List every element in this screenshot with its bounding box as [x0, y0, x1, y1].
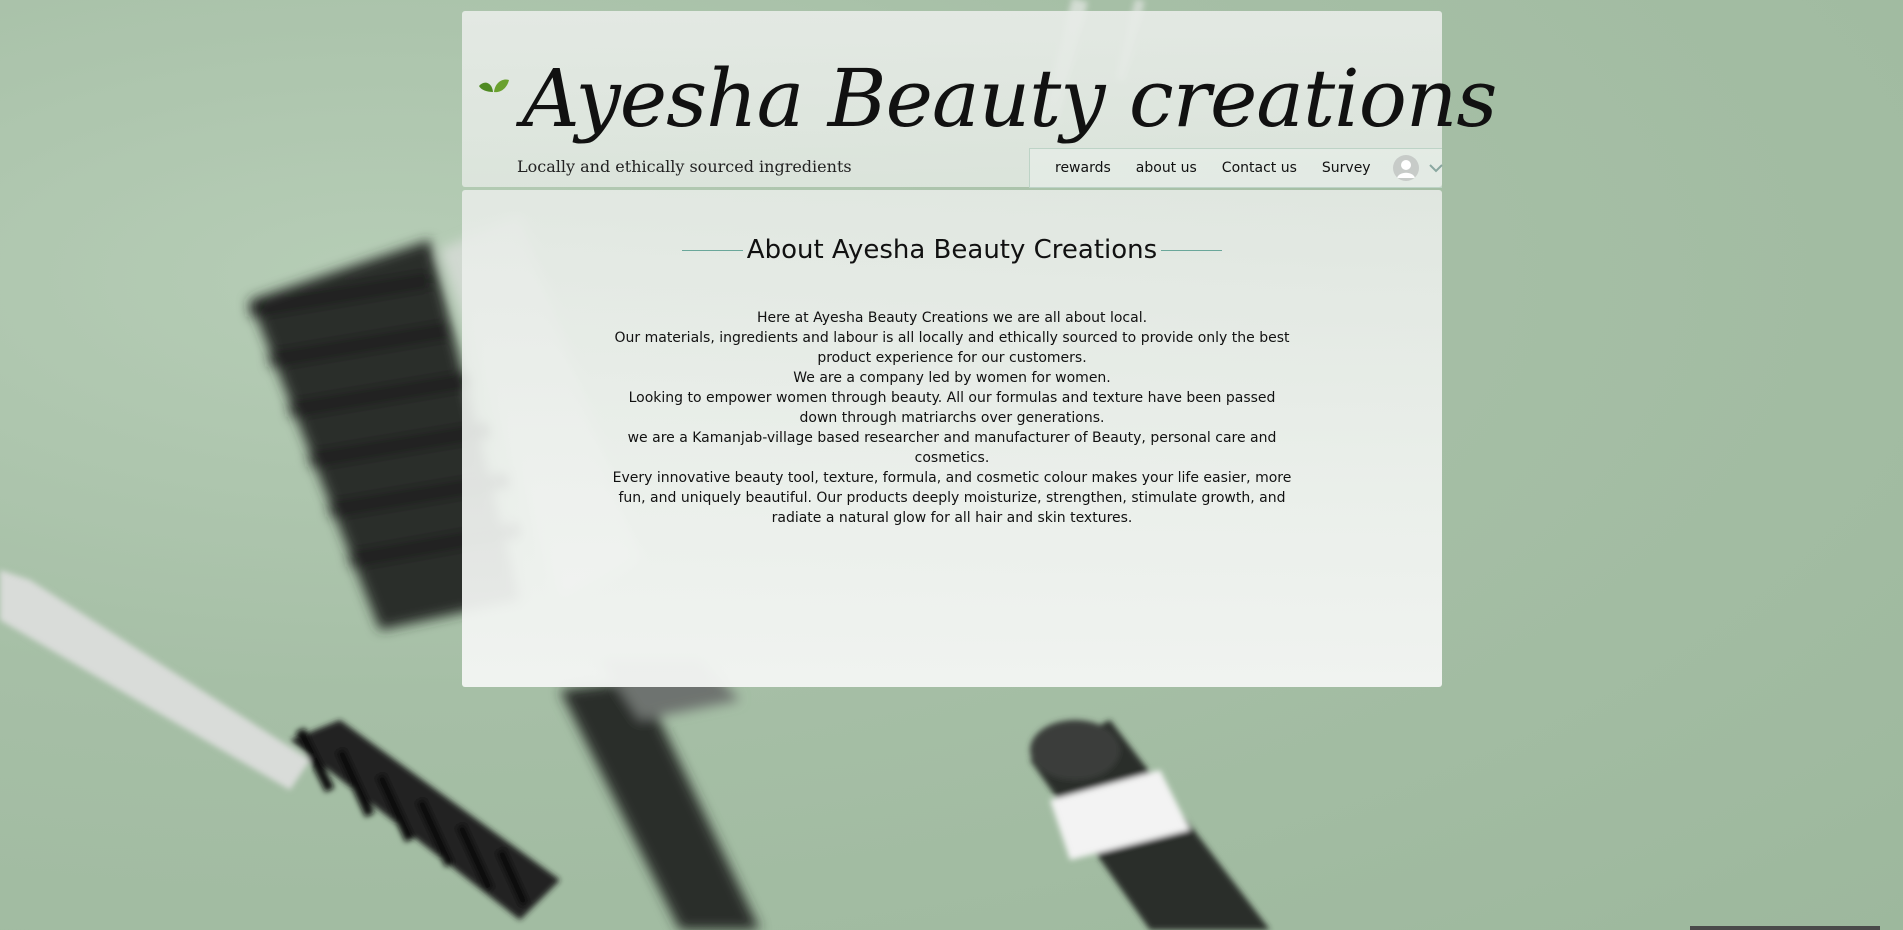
- leaf-icon: [479, 79, 509, 93]
- avatar-icon[interactable]: [1392, 155, 1419, 181]
- about-paragraph: Looking to empower women through beauty.…: [628, 390, 1276, 426]
- about-heading: About Ayesha Beauty Creations: [746, 235, 1158, 265]
- bottom-corner-bar: [1690, 926, 1880, 930]
- heading-rule-right: [1161, 249, 1222, 251]
- chevron-down-icon[interactable]: [1428, 163, 1443, 173]
- site-title[interactable]: Ayesha Beauty creations: [522, 59, 1497, 139]
- about-heading-row: About Ayesha Beauty Creations: [682, 235, 1222, 265]
- account-menu[interactable]: [1392, 155, 1443, 181]
- about-paragraph: Every innovative beauty tool, texture, f…: [612, 470, 1292, 526]
- nav-item-contact-us[interactable]: Contact us: [1222, 160, 1297, 176]
- nav-item-survey[interactable]: Survey: [1322, 160, 1371, 176]
- main-nav: rewards about us Contact us Survey: [1029, 148, 1443, 188]
- about-paragraph: We are a company led by women for women.: [793, 370, 1111, 386]
- nav-item-rewards[interactable]: rewards: [1055, 160, 1111, 176]
- about-paragraph: we are a Kamanjab-village based research…: [627, 430, 1277, 466]
- nav-item-about-us[interactable]: about us: [1136, 160, 1197, 176]
- site-header: Ayesha Beauty creations Locally and ethi…: [462, 11, 1497, 188]
- site-tagline: Locally and ethically sourced ingredient…: [517, 157, 852, 176]
- about-paragraph: Our materials, ingredients and labour is…: [614, 330, 1290, 366]
- heading-rule-left: [682, 249, 743, 251]
- about-paragraph: Here at Ayesha Beauty Creations we are a…: [756, 310, 1148, 326]
- about-text: Here at Ayesha Beauty Creations we are a…: [612, 308, 1292, 528]
- about-section: About Ayesha Beauty Creations Here at Ay…: [462, 190, 1442, 687]
